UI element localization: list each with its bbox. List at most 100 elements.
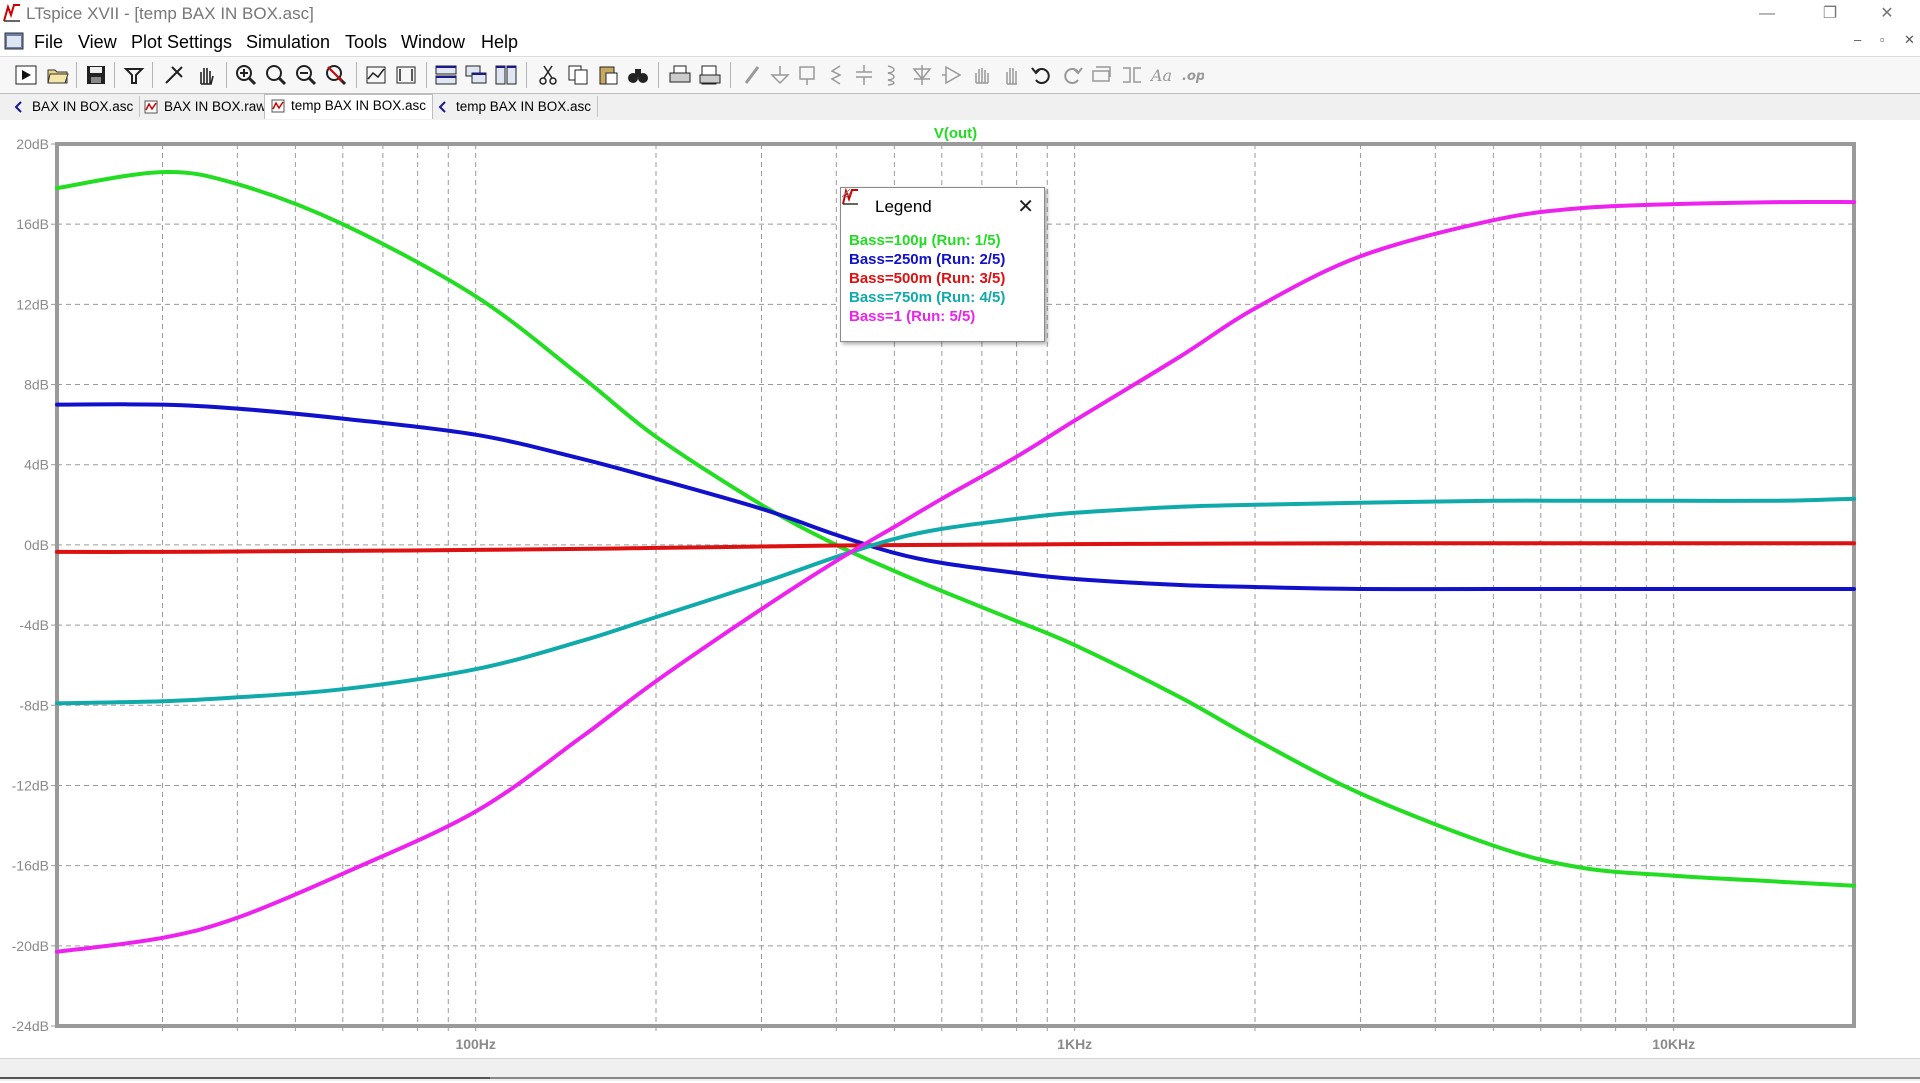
- drag-icon[interactable]: [1000, 63, 1024, 87]
- status-pane: [490, 1077, 1920, 1083]
- ltspice-app-icon[interactable]: [2, 3, 22, 23]
- restore-button[interactable]: ❐: [1805, 0, 1855, 28]
- legend-entry-run-5: Bass=1 (Run: 5/5): [849, 308, 976, 325]
- document-restore-button[interactable]: ▫: [1880, 32, 1885, 47]
- window-title: LTspice XVII - [temp BAX IN BOX.asc]: [26, 4, 314, 23]
- waveform-icon: [271, 99, 285, 113]
- series-line-run-3[interactable]: [55, 541, 1856, 554]
- cascade-icon[interactable]: [464, 63, 488, 87]
- copy-icon[interactable]: [566, 63, 590, 87]
- pan-hand-icon[interactable]: [194, 63, 218, 87]
- menu-tools[interactable]: Tools: [345, 32, 387, 53]
- toolbar-separator: [152, 62, 153, 88]
- trace-name-vout[interactable]: V(out): [934, 125, 977, 142]
- tab-label: temp BAX IN BOX.asc: [291, 98, 427, 113]
- toolbar-separator: [76, 62, 77, 88]
- toolbar-separator: [526, 62, 527, 88]
- move-icon[interactable]: [970, 63, 994, 87]
- find-icon[interactable]: [626, 63, 650, 87]
- tile-vertical-icon[interactable]: [494, 63, 518, 87]
- zoom-area-icon[interactable]: [264, 63, 288, 87]
- draw-wire-icon[interactable]: [740, 63, 764, 87]
- legend-entry-run-3: Bass=500m (Run: 3/5): [849, 270, 1006, 287]
- legend-close-button[interactable]: ✕: [1017, 194, 1034, 219]
- zoom-out-icon[interactable]: [294, 63, 318, 87]
- y-tick-label: -12dB: [12, 777, 49, 793]
- diode-icon[interactable]: [910, 63, 934, 87]
- series-line-run-2[interactable]: [55, 402, 1856, 592]
- close-button[interactable]: ✕: [1862, 0, 1912, 28]
- menu-plot-settings[interactable]: Plot Settings: [131, 32, 232, 53]
- x-tick-label: 1KHz: [1057, 1036, 1092, 1052]
- legend-entries: Bass=100µ (Run: 1/5) Bass=250m (Run: 2/5…: [849, 231, 1005, 326]
- label-net-icon[interactable]: [796, 63, 820, 87]
- svg-text:Aa: Aa: [1150, 66, 1172, 85]
- document-tab-bar: BAX IN BOX.asc BAX IN BOX.raw temp BAX I…: [0, 93, 1920, 121]
- y-tick-label: 4dB: [24, 457, 49, 473]
- rotate-icon[interactable]: [1090, 63, 1114, 87]
- control-panel-icon[interactable]: [122, 63, 146, 87]
- status-bar: [0, 1058, 1920, 1081]
- y-tick-label: -20dB: [12, 938, 49, 954]
- menu-help[interactable]: Help: [481, 32, 518, 53]
- halt-icon[interactable]: [162, 63, 186, 87]
- toolbar-separator: [114, 62, 115, 88]
- tab-bax-in-box-raw[interactable]: BAX IN BOX.raw: [138, 96, 274, 117]
- menu-view[interactable]: View: [78, 32, 117, 53]
- spice-directive-icon[interactable]: .op: [1180, 63, 1204, 87]
- tab-label: BAX IN BOX.asc: [32, 99, 134, 114]
- document-close-button[interactable]: ✕: [1904, 32, 1915, 48]
- mirror-icon[interactable]: [1120, 63, 1144, 87]
- document-system-menu-icon[interactable]: [4, 32, 24, 50]
- print-icon[interactable]: [668, 63, 692, 87]
- inductor-icon[interactable]: [880, 63, 904, 87]
- print-preview-icon[interactable]: [698, 63, 722, 87]
- zoom-cancel-icon[interactable]: [324, 63, 348, 87]
- zoom-extents-icon[interactable]: [394, 63, 418, 87]
- tab-bax-in-box-asc[interactable]: BAX IN BOX.asc: [6, 96, 141, 117]
- y-tick-label: -24dB: [12, 1018, 49, 1034]
- resistor-icon[interactable]: [824, 63, 848, 87]
- menu-file[interactable]: File: [34, 32, 63, 53]
- legend-entry-run-1: Bass=100µ (Run: 1/5): [849, 232, 1001, 249]
- waveform-plot-pane[interactable]: 20dB 16dB 12dB 8dB 4dB 0dB -4dB -8dB -12dB -16dB -…: [0, 120, 1920, 1058]
- redo-icon[interactable]: [1060, 63, 1084, 87]
- svg-text:.op: .op: [1182, 69, 1204, 84]
- text-icon[interactable]: Aa: [1150, 63, 1174, 87]
- resize-grip-icon[interactable]: [841, 188, 851, 198]
- toolbar: Aa .op: [0, 56, 1920, 93]
- zoom-in-icon[interactable]: [234, 63, 258, 87]
- toolbar-separator: [426, 62, 427, 88]
- paste-icon[interactable]: [596, 63, 620, 87]
- undo-icon[interactable]: [1030, 63, 1054, 87]
- tab-temp-bax-in-box-asc[interactable]: temp BAX IN BOX.asc: [430, 96, 599, 117]
- tile-horizontal-icon[interactable]: [434, 63, 458, 87]
- tab-label: temp BAX IN BOX.asc: [456, 99, 592, 114]
- autorange-icon[interactable]: [364, 63, 388, 87]
- y-tick-label: -4dB: [19, 617, 49, 633]
- menu-simulation[interactable]: Simulation: [246, 32, 330, 53]
- y-tick-label: 12dB: [16, 296, 49, 312]
- cut-icon[interactable]: [536, 63, 560, 87]
- minimize-button[interactable]: —: [1742, 0, 1792, 28]
- legend-window[interactable]: Legend ✕ Bass=100µ (Run: 1/5) Bass=250m …: [840, 187, 1045, 342]
- y-tick-label: 0dB: [24, 537, 49, 553]
- save-icon[interactable]: [84, 63, 108, 87]
- x-tick-label: 100Hz: [455, 1036, 495, 1052]
- y-tick-label: 16dB: [16, 216, 49, 232]
- legend-entry-run-4: Bass=750m (Run: 4/5): [849, 289, 1006, 306]
- tab-temp-bax-in-box-plot[interactable]: temp BAX IN BOX.asc: [264, 94, 434, 119]
- document-minimize-button[interactable]: –: [1854, 32, 1861, 47]
- menu-window[interactable]: Window: [401, 32, 465, 53]
- capacitor-icon[interactable]: [852, 63, 876, 87]
- schematic-icon: [438, 101, 446, 113]
- component-icon[interactable]: [940, 63, 964, 87]
- series-line-run-4[interactable]: [55, 496, 1856, 706]
- run-icon[interactable]: [14, 63, 38, 87]
- y-tick-label: 8dB: [24, 377, 49, 393]
- open-icon[interactable]: [46, 63, 70, 87]
- legend-title-bar[interactable]: Legend ✕: [841, 188, 1044, 222]
- legend-entry-run-2: Bass=250m (Run: 2/5): [849, 251, 1006, 268]
- ground-icon[interactable]: [768, 63, 792, 87]
- x-tick-label: 10KHz: [1652, 1036, 1695, 1052]
